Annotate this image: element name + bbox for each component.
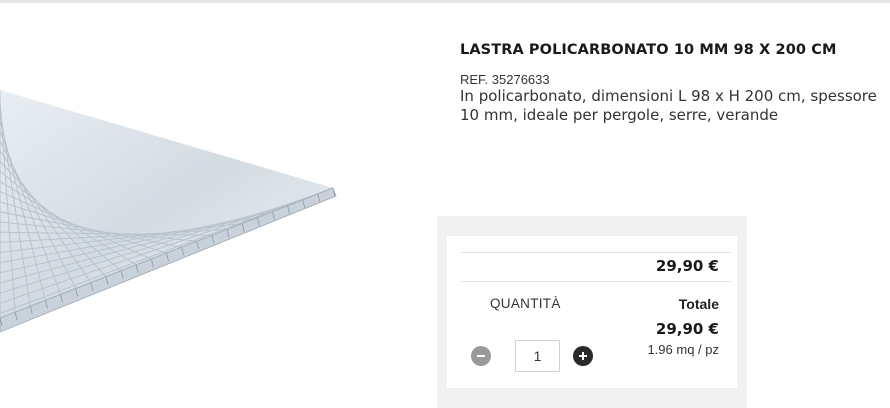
product-title: LASTRA POLICARBONATO 10 MM 98 X 200 CM bbox=[460, 42, 837, 58]
top-divider bbox=[0, 0, 890, 3]
total-label: Totale bbox=[678, 296, 719, 312]
product-image bbox=[0, 90, 337, 333]
product-reference: REF. 35276633 bbox=[460, 72, 550, 87]
product-description: In policarbonato, dimensioni L 98 x H 20… bbox=[460, 87, 877, 124]
unit-price: 29,90 € bbox=[655, 257, 719, 275]
divider bbox=[461, 252, 731, 253]
decrease-quantity-button[interactable] bbox=[471, 346, 491, 366]
plus-icon bbox=[579, 352, 587, 360]
quantity-input[interactable] bbox=[515, 340, 560, 372]
unit-measure: 1.96 mq / pz bbox=[647, 342, 719, 357]
purchase-card: 29,90 € QUANTITÀ Totale 29,90 € 1.96 mq … bbox=[447, 236, 737, 388]
quantity-label: QUANTITÀ bbox=[490, 296, 561, 311]
purchase-panel: 29,90 € QUANTITÀ Totale 29,90 € 1.96 mq … bbox=[437, 216, 747, 408]
minus-icon bbox=[477, 355, 485, 357]
divider bbox=[461, 281, 731, 282]
total-price: 29,90 € bbox=[655, 320, 719, 338]
increase-quantity-button[interactable] bbox=[573, 346, 593, 366]
